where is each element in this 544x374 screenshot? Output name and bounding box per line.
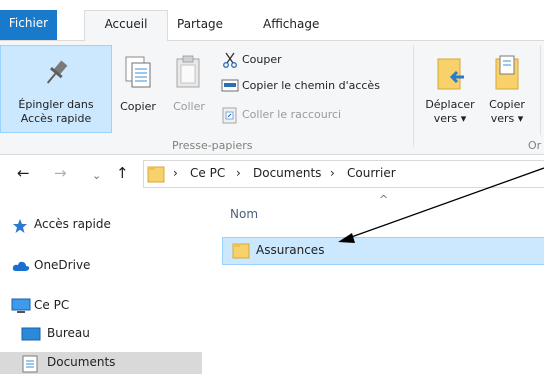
desktop-icon [21, 327, 41, 341]
move-to-label-line2: vers ▾ [433, 112, 467, 125]
tab-affichage[interactable]: Affichage [253, 12, 329, 40]
pin-icon [46, 60, 68, 84]
nav-item-documents[interactable]: Documents [0, 352, 202, 374]
nav-item-desktop[interactable]: Bureau [0, 323, 202, 345]
forward-arrow-icon[interactable]: → [54, 166, 67, 181]
copy-to-label-line1: Copier [489, 98, 525, 111]
pin-quick-access-button[interactable]: Épingler dans Accès rapide [0, 45, 112, 133]
nav-item-quick-access[interactable]: Accès rapide [0, 214, 202, 236]
copy-icon [125, 56, 151, 88]
nav-item-onedrive[interactable]: OneDrive [0, 255, 202, 277]
group-label-organize: Or [528, 139, 542, 152]
star-icon [13, 219, 27, 233]
sort-ascending-icon: ^ [379, 193, 389, 206]
breadcrumb-chevron-icon[interactable]: › [173, 166, 178, 180]
nav-label: Documents [47, 355, 116, 369]
file-name: Assurances [256, 243, 325, 257]
copy-button[interactable]: Copier [113, 45, 163, 133]
paste-shortcut-label: Coller le raccourci [242, 108, 342, 121]
paste-label: Coller [173, 100, 205, 113]
copy-to-button[interactable]: Copier vers ▾ [482, 45, 532, 133]
move-to-label-line1: Déplacer [425, 98, 475, 111]
move-to-folder-icon [437, 58, 464, 90]
copy-path-label: Copier le chemin d'accès [242, 79, 380, 92]
ribbon-tab-bar: Fichier Accueil Partage Affichage [0, 0, 544, 41]
copy-path-icon [221, 79, 239, 92]
column-header-name[interactable]: Nom [230, 207, 258, 221]
pin-label-line1: Épingler dans [18, 98, 94, 111]
folder-icon [147, 166, 165, 183]
cut-button[interactable]: Couper [218, 51, 338, 71]
copy-to-label-line2: vers ▾ [490, 112, 524, 125]
tab-accueil[interactable]: Accueil [84, 10, 168, 41]
tab-partage[interactable]: Partage [167, 12, 233, 40]
move-to-button[interactable]: Déplacer vers ▾ [420, 45, 480, 133]
copy-to-folder-icon [495, 55, 519, 90]
ribbon-separator [413, 45, 414, 147]
paste-icon [176, 55, 200, 88]
up-arrow-icon[interactable]: ↑ [116, 166, 129, 181]
paste-button[interactable]: Coller [165, 45, 213, 133]
copy-path-button[interactable]: Copier le chemin d'accès [218, 76, 408, 96]
breadcrumb-courrier[interactable]: Courrier [347, 166, 396, 180]
breadcrumb-chevron-icon[interactable]: › [330, 166, 335, 180]
group-label-clipboard: Presse-papiers [172, 139, 253, 152]
back-arrow-icon[interactable]: ← [17, 166, 30, 181]
copy-label: Copier [120, 100, 156, 113]
folder-icon [232, 243, 250, 259]
ribbon-panel: Épingler dans Accès rapide Copier Coller [0, 40, 544, 155]
nav-label: Bureau [47, 326, 90, 340]
scissors-icon [223, 52, 237, 68]
nav-label: Ce PC [34, 298, 70, 312]
tab-fichier[interactable]: Fichier [0, 10, 57, 40]
nav-label: OneDrive [34, 258, 91, 272]
breadcrumb-chevron-icon[interactable]: › [236, 166, 241, 180]
ribbon-separator-right [540, 45, 541, 135]
breadcrumb-documents[interactable]: Documents [253, 166, 321, 180]
cut-label: Couper [242, 53, 282, 66]
breadcrumb-ce-pc[interactable]: Ce PC [190, 166, 225, 180]
documents-icon [22, 355, 38, 373]
pin-label-line2: Accès rapide [20, 112, 92, 125]
recent-locations-chevron-icon[interactable]: ⌄ [92, 168, 101, 183]
paste-shortcut-button[interactable]: Coller le raccourci [218, 105, 408, 125]
paste-shortcut-icon [222, 107, 237, 124]
computer-icon [11, 298, 31, 313]
nav-label: Accès rapide [34, 217, 111, 231]
cloud-icon [12, 261, 30, 271]
nav-item-this-pc[interactable]: Ce PC [0, 295, 202, 317]
